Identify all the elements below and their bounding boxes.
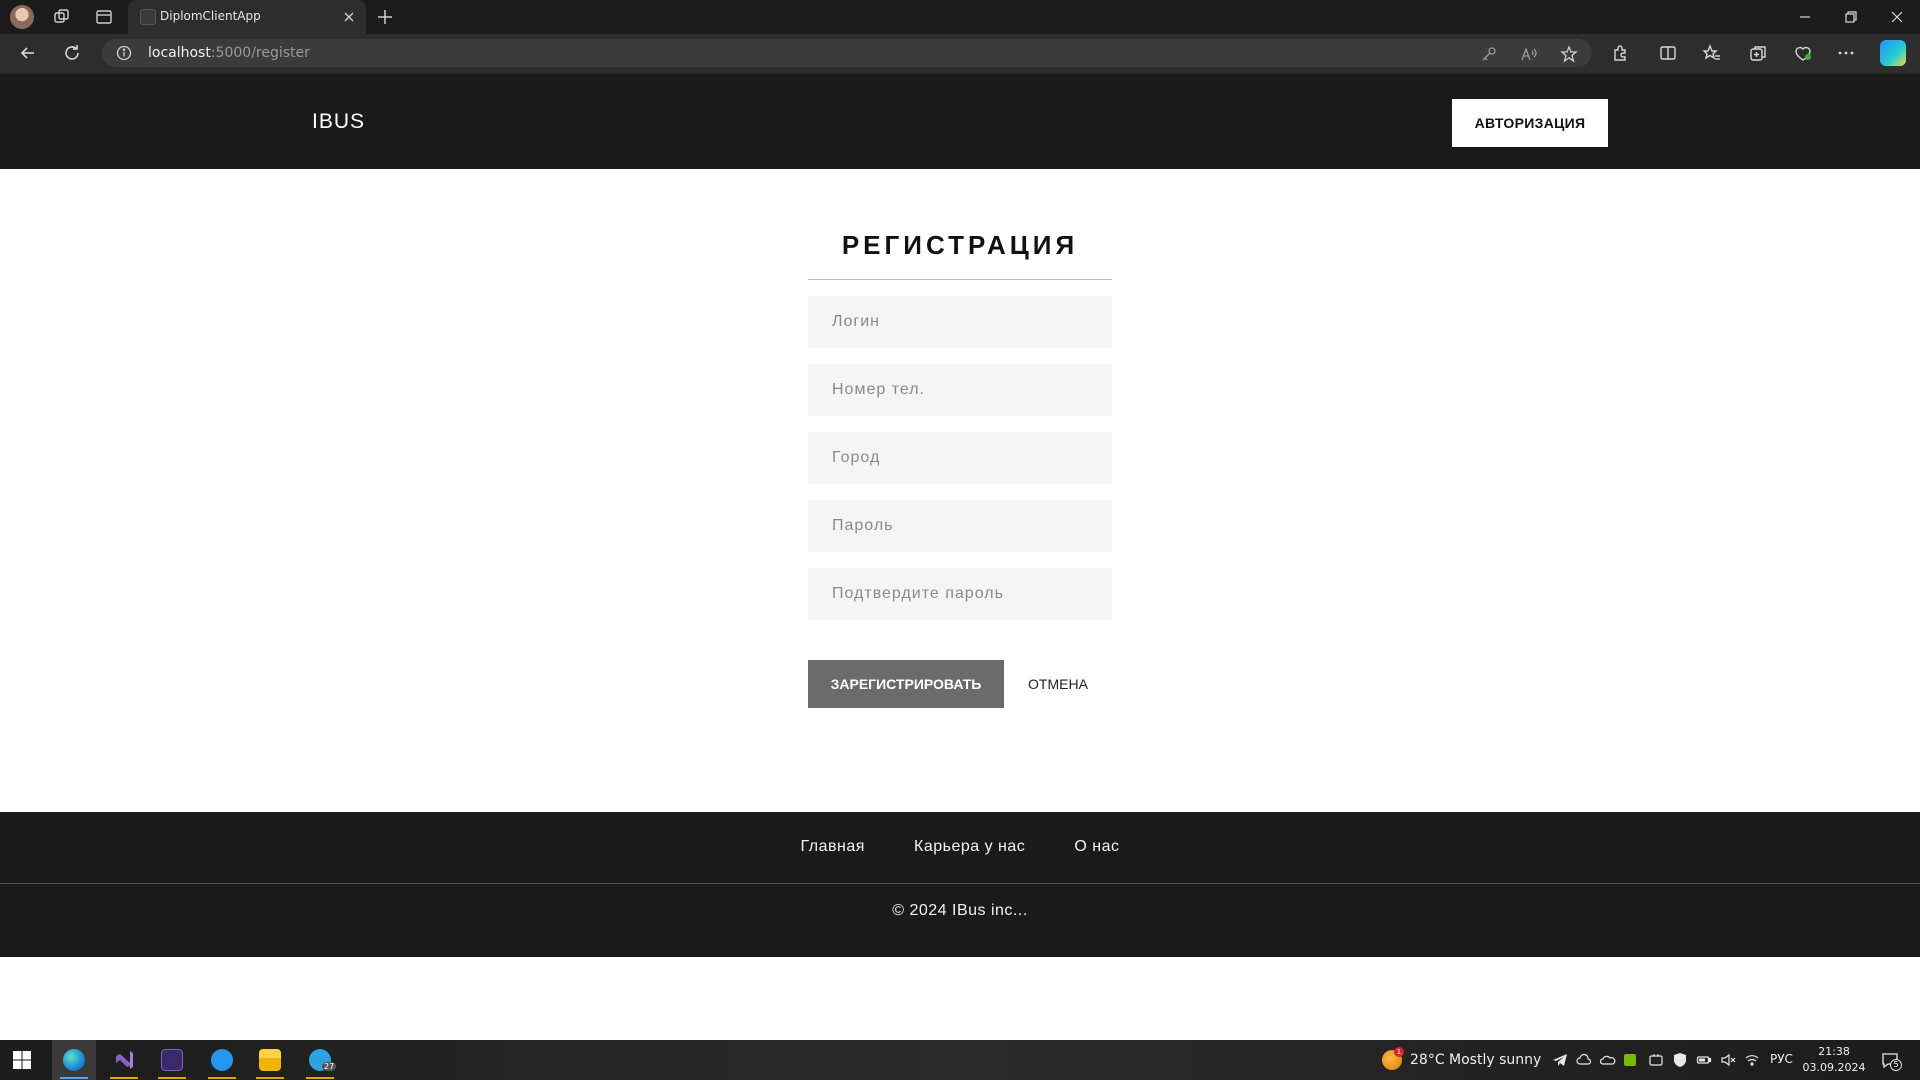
windows-start-icon[interactable] xyxy=(12,1050,32,1070)
close-window-icon[interactable] xyxy=(1886,6,1908,28)
browser-essentials-icon[interactable] xyxy=(1793,43,1813,63)
running-indicator xyxy=(60,1077,88,1079)
url-text: localhost:5000/register xyxy=(148,45,310,61)
phone-input[interactable] xyxy=(808,364,1112,416)
login-input[interactable] xyxy=(808,296,1112,348)
site-logo[interactable]: IBUS xyxy=(312,110,365,134)
footer-nav: Главная Карьера у нас О нас xyxy=(0,836,1920,856)
key-icon[interactable] xyxy=(1480,45,1498,63)
tab-actions-icon[interactable] xyxy=(94,7,114,27)
close-tab-icon[interactable] xyxy=(340,8,358,26)
register-button[interactable]: ЗАРЕГИСТРИРОВАТЬ xyxy=(808,660,1004,708)
running-indicator xyxy=(306,1077,334,1079)
login-button[interactable]: АВТОРИЗАЦИЯ xyxy=(1452,99,1608,147)
minimize-icon[interactable] xyxy=(1794,6,1816,28)
running-indicator xyxy=(158,1077,186,1079)
footer-divider xyxy=(0,883,1920,884)
meet-now-icon[interactable] xyxy=(1648,1052,1664,1068)
confirm-password-input[interactable] xyxy=(808,568,1112,620)
taskbar-telegram[interactable]: 27 xyxy=(298,1040,342,1080)
browser-toolbar: localhost:5000/register xyxy=(0,34,1920,72)
copyright-text: © 2024 IBus inc... xyxy=(892,902,1028,919)
back-arrow-icon[interactable] xyxy=(18,43,38,63)
city-input[interactable] xyxy=(808,432,1112,484)
volume-muted-icon[interactable] xyxy=(1720,1052,1736,1068)
browser-tab-bar: DiplomClientApp xyxy=(0,0,1920,34)
clock-date: 03.09.2024 xyxy=(1802,1061,1866,1074)
security-shield-icon[interactable] xyxy=(1672,1052,1688,1068)
page-title: РЕГИСТРАЦИЯ xyxy=(841,230,1079,260)
input-language[interactable]: РУС xyxy=(1770,1052,1793,1066)
running-indicator xyxy=(208,1077,236,1079)
password-input[interactable] xyxy=(808,500,1112,552)
running-indicator xyxy=(256,1077,284,1079)
read-aloud-icon[interactable] xyxy=(1520,45,1538,63)
telegram-badge: 27 xyxy=(322,1062,337,1071)
more-options-icon[interactable] xyxy=(1836,43,1856,63)
profile-avatar[interactable] xyxy=(10,5,34,29)
refresh-icon[interactable] xyxy=(62,43,82,63)
docker-icon xyxy=(211,1049,233,1071)
taskbar-terminal[interactable] xyxy=(150,1040,194,1080)
tab-title: DiplomClientApp xyxy=(160,9,261,23)
footer-link-careers[interactable]: Карьера у нас xyxy=(914,838,1025,856)
terminal-icon xyxy=(161,1049,183,1071)
collections-icon[interactable] xyxy=(1748,43,1768,63)
weather-text[interactable]: 28°C Mostly sunny xyxy=(1410,1052,1541,1068)
folder-icon xyxy=(259,1049,281,1071)
footer-link-about[interactable]: О нас xyxy=(1074,838,1119,856)
new-tab-icon[interactable] xyxy=(374,6,396,28)
wifi-icon[interactable] xyxy=(1744,1052,1760,1068)
telegram-tray-icon[interactable] xyxy=(1552,1052,1568,1068)
cloud-sync-icon[interactable] xyxy=(1576,1052,1592,1068)
site-footer: Главная Карьера у нас О нас © 2024 IBus … xyxy=(0,812,1920,957)
weather-alert-badge: 1 xyxy=(1394,1047,1404,1057)
windows-taskbar: 27 1 28°C Mostly sunny РУС 21:38 03.09.2… xyxy=(0,1040,1920,1080)
tab-diplom-client-app[interactable]: DiplomClientApp xyxy=(128,0,366,34)
taskbar-visual-studio[interactable] xyxy=(102,1040,146,1080)
copilot-icon[interactable] xyxy=(1880,40,1906,66)
taskbar-file-explorer[interactable] xyxy=(248,1040,292,1080)
restore-icon[interactable] xyxy=(1840,6,1862,28)
url-host: localhost xyxy=(148,45,211,61)
favorites-icon[interactable] xyxy=(1702,43,1722,63)
taskbar-docker[interactable] xyxy=(200,1040,244,1080)
nvidia-icon[interactable] xyxy=(1624,1054,1636,1066)
tab-favicon xyxy=(140,9,156,25)
split-screen-icon[interactable] xyxy=(1658,43,1678,63)
extensions-icon[interactable] xyxy=(1610,43,1630,63)
clock[interactable]: 21:38 03.09.2024 xyxy=(1800,1044,1868,1076)
favorite-star-icon[interactable] xyxy=(1560,45,1578,63)
running-indicator xyxy=(110,1077,138,1079)
address-bar[interactable]: localhost:5000/register xyxy=(102,39,1592,67)
footer-link-home[interactable]: Главная xyxy=(801,838,865,856)
title-divider xyxy=(808,279,1112,280)
visual-studio-icon xyxy=(116,1051,133,1069)
onedrive-icon[interactable] xyxy=(1600,1052,1616,1068)
clock-time: 21:38 xyxy=(1818,1045,1850,1058)
site-header: IBUS АВТОРИЗАЦИЯ xyxy=(0,72,1920,169)
url-path: :5000/register xyxy=(210,45,310,61)
site-info-icon[interactable] xyxy=(116,45,132,61)
battery-icon[interactable] xyxy=(1696,1052,1712,1068)
notification-count: 5 xyxy=(1890,1059,1902,1071)
cancel-button[interactable]: ОТМЕНА xyxy=(1014,660,1102,708)
workspaces-icon[interactable] xyxy=(52,7,72,27)
taskbar-edge[interactable] xyxy=(52,1040,96,1080)
edge-icon xyxy=(63,1049,85,1071)
